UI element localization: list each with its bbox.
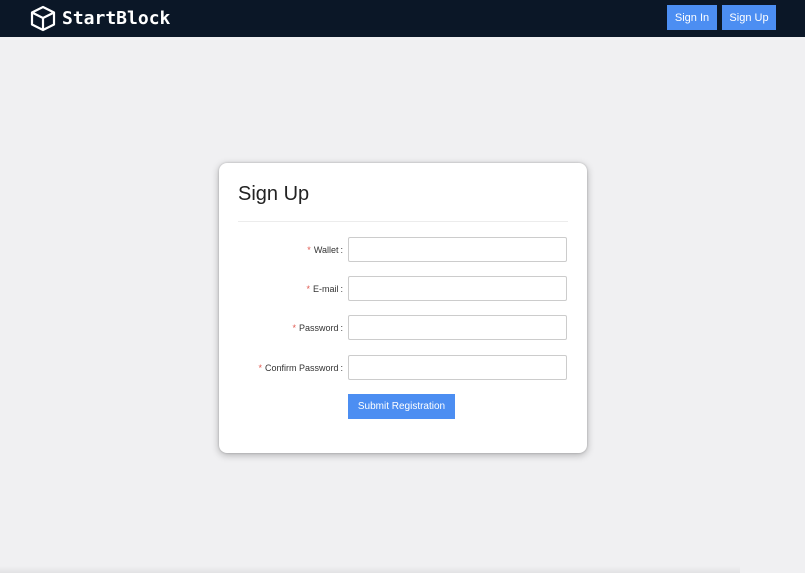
confirm-password-label: * Confirm Password: [258,362,343,373]
form-row-confirm-password: * Confirm Password: [219,355,587,380]
sign-up-button[interactable]: Sign Up [722,5,776,30]
confirm-password-input[interactable] [348,355,567,380]
email-input[interactable] [348,276,567,301]
sign-in-button[interactable]: Sign In [667,5,717,30]
required-marker: * [307,244,311,255]
required-marker: * [306,283,310,294]
password-input[interactable] [348,315,567,340]
signup-card: Sign Up * Wallet: * E-mail: * Password: * Co… [219,163,587,453]
brand-name: StartBlock [62,8,171,29]
brand-logo[interactable]: StartBlock [30,5,170,32]
bottom-shadow [0,566,740,573]
top-navbar: StartBlock Sign In Sign Up [0,0,805,37]
form-title: Sign Up [238,183,310,205]
cube-icon [30,5,56,32]
form-row-wallet: * Wallet: [219,237,587,262]
submit-registration-button[interactable]: Submit Registration [348,394,455,419]
required-marker: * [292,322,296,333]
divider [238,221,568,222]
wallet-label: * Wallet: [307,244,343,255]
form-row-email: * E-mail: [219,276,587,301]
form-row-password: * Password: [219,315,587,340]
required-marker: * [258,362,262,373]
password-label: * Password: [292,322,343,333]
email-label: * E-mail: [306,283,343,294]
wallet-input[interactable] [348,237,567,262]
